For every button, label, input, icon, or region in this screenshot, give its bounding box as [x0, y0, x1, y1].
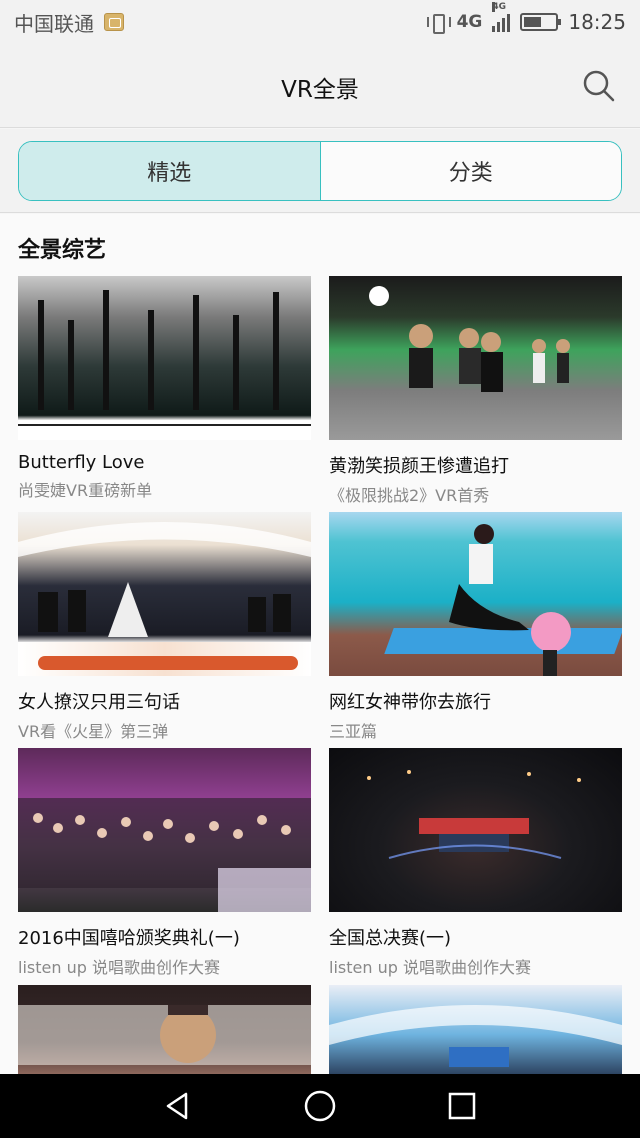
- clock: 18:25: [568, 10, 626, 34]
- video-title: 网红女神带你去旅行: [329, 692, 491, 713]
- video-thumbnail: [329, 512, 622, 676]
- search-button[interactable]: [582, 69, 616, 103]
- video-card[interactable]: 全国总决赛(一) listen up 说唱歌曲创作大赛: [329, 748, 622, 978]
- video-card[interactable]: 网红女神带你去旅行 三亚篇: [329, 512, 622, 742]
- vibrate-icon: [426, 12, 451, 34]
- video-thumbnail: [18, 748, 311, 912]
- video-card[interactable]: 女人撩汉只用三句话 VR看《火星》第三弹: [18, 512, 311, 742]
- carrier-name: 中国联通: [14, 11, 94, 36]
- segmented-tabs: 精选 分类: [18, 141, 622, 201]
- back-triangle-icon: [166, 1092, 188, 1120]
- battery-icon: [520, 13, 562, 31]
- video-thumbnail: [18, 985, 311, 1074]
- home-button[interactable]: [302, 1088, 338, 1124]
- content-area[interactable]: 全景综艺 Butterfly Love 尚雯婕VR重磅新单 黄渤笑损颜王惨遭追打…: [0, 214, 640, 1074]
- video-title: 全国总决赛(一): [329, 928, 452, 949]
- video-subtitle: 《极限挑战2》VR首秀: [329, 486, 490, 505]
- battery-fill: [524, 17, 542, 27]
- tab-featured[interactable]: 精选: [19, 142, 320, 200]
- recents-button[interactable]: [444, 1088, 480, 1124]
- video-subtitle: 尚雯婕VR重磅新单: [18, 481, 153, 500]
- video-subtitle: 三亚篇: [329, 722, 378, 741]
- video-subtitle: VR看《火星》第三弹: [18, 722, 169, 741]
- video-thumbnail: [18, 276, 311, 440]
- section-title: 全景综艺: [18, 238, 107, 263]
- video-card[interactable]: 2016中国嘻哈颁奖典礼(一) listen up 说唱歌曲创作大赛: [18, 748, 311, 978]
- status-icons: 4G 4G 18:25: [426, 2, 626, 34]
- video-thumbnail: [329, 276, 622, 440]
- video-title: 女人撩汉只用三句话: [18, 692, 180, 713]
- video-title: Butterfly Love: [18, 452, 145, 473]
- search-icon: [583, 70, 615, 102]
- status-bar: 中国联通 4G 4G 18:25: [0, 0, 640, 44]
- video-subtitle: listen up 说唱歌曲创作大赛: [18, 958, 220, 977]
- network-label: 4G: [456, 12, 483, 32]
- video-card[interactable]: Butterfly Love 尚雯婕VR重磅新单: [18, 276, 311, 501]
- app-root: 中国联通 4G 4G 18:25 VR全景 精选 分类 全景综艺 Butterf…: [0, 0, 640, 1138]
- video-card[interactable]: [329, 985, 622, 1074]
- tab-categories[interactable]: 分类: [319, 142, 621, 200]
- network-type: 4G: [457, 12, 483, 32]
- home-circle-icon: [304, 1090, 336, 1122]
- video-subtitle: listen up 说唱歌曲创作大赛: [329, 958, 531, 977]
- video-thumbnail: [329, 748, 622, 912]
- video-card[interactable]: [18, 985, 311, 1074]
- title-bar: VR全景: [0, 44, 640, 128]
- sim-card-icon: [104, 13, 124, 31]
- video-title: 黄渤笑损颜王惨遭追打: [329, 456, 509, 477]
- video-card[interactable]: 黄渤笑损颜王惨遭追打 《极限挑战2》VR首秀: [329, 276, 622, 506]
- video-title: 2016中国嘻哈颁奖典礼(一): [18, 928, 240, 949]
- network-small-label: 4G: [492, 2, 507, 12]
- system-nav-bar: [0, 1074, 640, 1138]
- recents-square-icon: [448, 1092, 476, 1120]
- back-button[interactable]: [160, 1088, 196, 1124]
- video-thumbnail: [18, 512, 311, 676]
- video-thumbnail: [329, 985, 622, 1074]
- tabs-container: 精选 分类: [0, 129, 640, 213]
- signal-icon: 4G: [492, 2, 511, 32]
- page-title: VR全景: [281, 77, 359, 103]
